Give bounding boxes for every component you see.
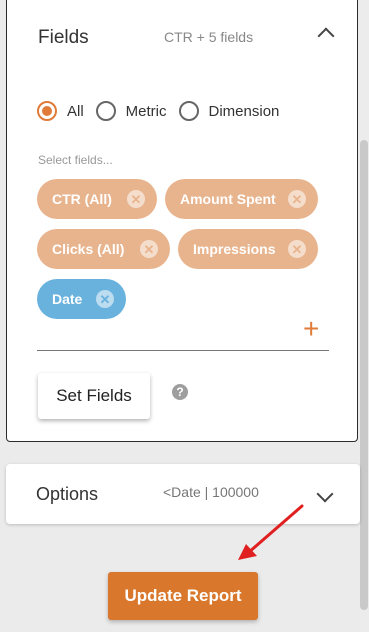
chip-label: Amount Spent <box>180 191 276 207</box>
field-chip-date[interactable]: Date ✕ <box>37 279 126 319</box>
close-icon[interactable]: ✕ <box>288 240 306 258</box>
set-fields-button[interactable]: Set Fields <box>38 373 150 419</box>
chip-label: Date <box>52 291 83 307</box>
scrollbar-track[interactable] <box>359 0 369 632</box>
scrollbar-thumb[interactable] <box>360 140 368 610</box>
radio-all[interactable] <box>37 101 57 121</box>
radio-dimension-label: Dimension <box>208 102 280 120</box>
chevron-up-icon[interactable] <box>317 27 335 45</box>
chip-label: CTR (All) <box>52 191 112 207</box>
update-report-button[interactable]: Update Report <box>108 572 258 620</box>
chevron-down-icon[interactable] <box>316 485 334 503</box>
fields-summary: CTR + 5 fields <box>164 29 254 45</box>
annotation-arrow-icon <box>238 504 304 560</box>
field-chip-amount-spent[interactable]: Amount Spent ✕ <box>165 179 318 219</box>
radio-metric[interactable] <box>95 101 116 121</box>
fields-panel: Fields CTR + 5 fields All Metric Dimensi… <box>6 0 358 442</box>
options-title: Options <box>36 484 99 504</box>
radio-metric-label: Metric <box>125 102 167 120</box>
fields-input-underline <box>37 350 329 351</box>
help-icon[interactable]: ? <box>172 384 188 400</box>
radio-selected-dot <box>42 106 52 116</box>
select-fields-label: Select fields... <box>38 153 113 167</box>
close-icon[interactable]: ✕ <box>96 290 114 308</box>
plus-icon[interactable]: + <box>303 315 319 343</box>
close-icon[interactable]: ✕ <box>288 190 306 208</box>
chip-label: Clicks (All) <box>52 241 125 257</box>
field-chip-impressions[interactable]: Impressions ✕ <box>178 229 318 269</box>
chip-label: Impressions <box>193 241 276 257</box>
page: Fields CTR + 5 fields All Metric Dimensi… <box>0 0 369 632</box>
field-chip-ctr[interactable]: CTR (All) ✕ <box>37 179 157 219</box>
radio-all-label: All <box>67 102 84 120</box>
close-icon[interactable]: ✕ <box>127 190 145 208</box>
field-chip-clicks[interactable]: Clicks (All) ✕ <box>37 229 170 269</box>
radio-dimension[interactable] <box>178 101 199 121</box>
field-type-radio-group: All Metric Dimension <box>37 101 291 121</box>
close-icon[interactable]: ✕ <box>140 240 158 258</box>
fields-title: Fields <box>38 27 89 48</box>
